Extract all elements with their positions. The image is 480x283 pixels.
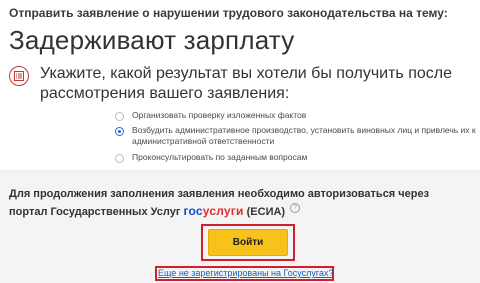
option-inspection[interactable]: Организовать проверку изложенных фактов	[115, 110, 455, 121]
esia-label: (ЕСИА)	[246, 206, 286, 218]
radio-button-selected[interactable]	[115, 127, 124, 136]
result-question: Укажите, какой результат вы хотели бы по…	[40, 65, 453, 102]
option-label: Проконсультировать по заданным вопросам	[132, 152, 308, 162]
subject-prompt: Отправить заявление о нарушении трудовог…	[9, 6, 448, 20]
help-icon[interactable]: ?	[290, 203, 301, 213]
page-title: Задерживают зарплату	[9, 25, 295, 55]
radio-button[interactable]	[115, 112, 124, 121]
auth-instruction: Для продолжения заполнения заявления нео…	[9, 186, 469, 221]
register-link[interactable]: Еще не зарегистрированы на Госуслугах?	[158, 268, 334, 279]
option-label: Организовать проверку изложенных фактов	[132, 110, 307, 120]
document-list-icon	[9, 66, 29, 86]
option-label: Возбудить административное производство,…	[132, 125, 476, 146]
gosuslugi-logo: госуслуги	[183, 204, 244, 218]
radio-button[interactable]	[115, 154, 124, 163]
login-button[interactable]: Войти	[208, 229, 288, 256]
option-administrative[interactable]: Возбудить административное производство,…	[115, 125, 477, 147]
option-consultation[interactable]: Проконсультировать по заданным вопросам	[115, 152, 455, 163]
